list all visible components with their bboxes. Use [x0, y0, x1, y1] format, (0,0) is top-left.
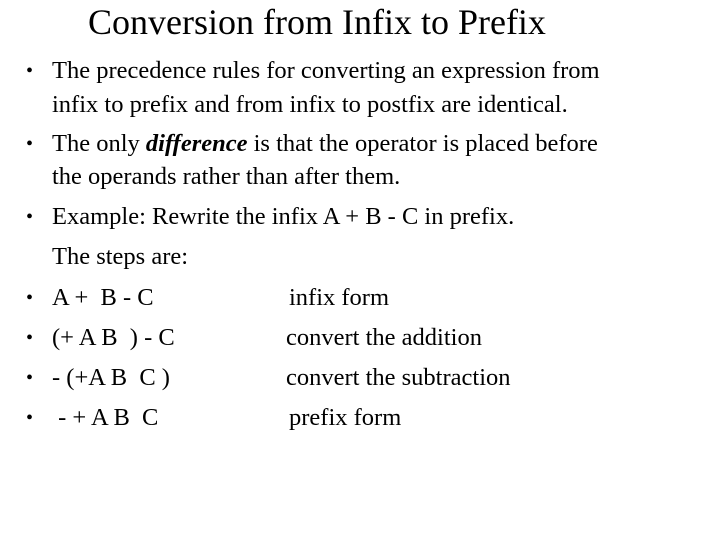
point-1-line-1: The precedence rules for converting an e…: [52, 57, 600, 84]
step-4-expression: - + A B C: [52, 404, 159, 431]
bullet-icon: •: [26, 327, 34, 349]
point-2-text-before: The only: [52, 130, 146, 157]
point-2-text-after: is that the operator is placed before: [247, 130, 598, 157]
point-1-line-2: infix to prefix and from infix to postfi…: [52, 91, 568, 118]
bullet-icon: •: [26, 133, 34, 155]
bullet-icon: •: [26, 407, 34, 429]
step-2-description: convert the addition: [286, 324, 482, 351]
step-2-expression: (+ A B ) - C: [52, 324, 175, 351]
bullet-icon: •: [26, 287, 34, 309]
slide-title: Conversion from Infix to Prefix: [88, 2, 546, 42]
step-1-expression: A + B - C: [52, 284, 154, 311]
bullet-icon: •: [26, 60, 34, 82]
step-3-description: convert the subtraction: [286, 364, 511, 391]
step-1-description: infix form: [289, 284, 390, 311]
emphasis-difference: difference: [145, 130, 248, 157]
point-3-line-1: Example: Rewrite the infix A + B - C in …: [52, 203, 515, 230]
step-4-description: prefix form: [289, 404, 402, 431]
step-3-expression: - (+A B C ): [52, 364, 170, 391]
bullet-icon: •: [26, 206, 34, 228]
point-2-line-1: The only difference is that the operator…: [52, 129, 598, 159]
bullet-icon: •: [26, 367, 34, 389]
point-3-line-2: The steps are:: [52, 243, 189, 270]
point-2-line-2: the operands rather than after them.: [52, 163, 401, 190]
